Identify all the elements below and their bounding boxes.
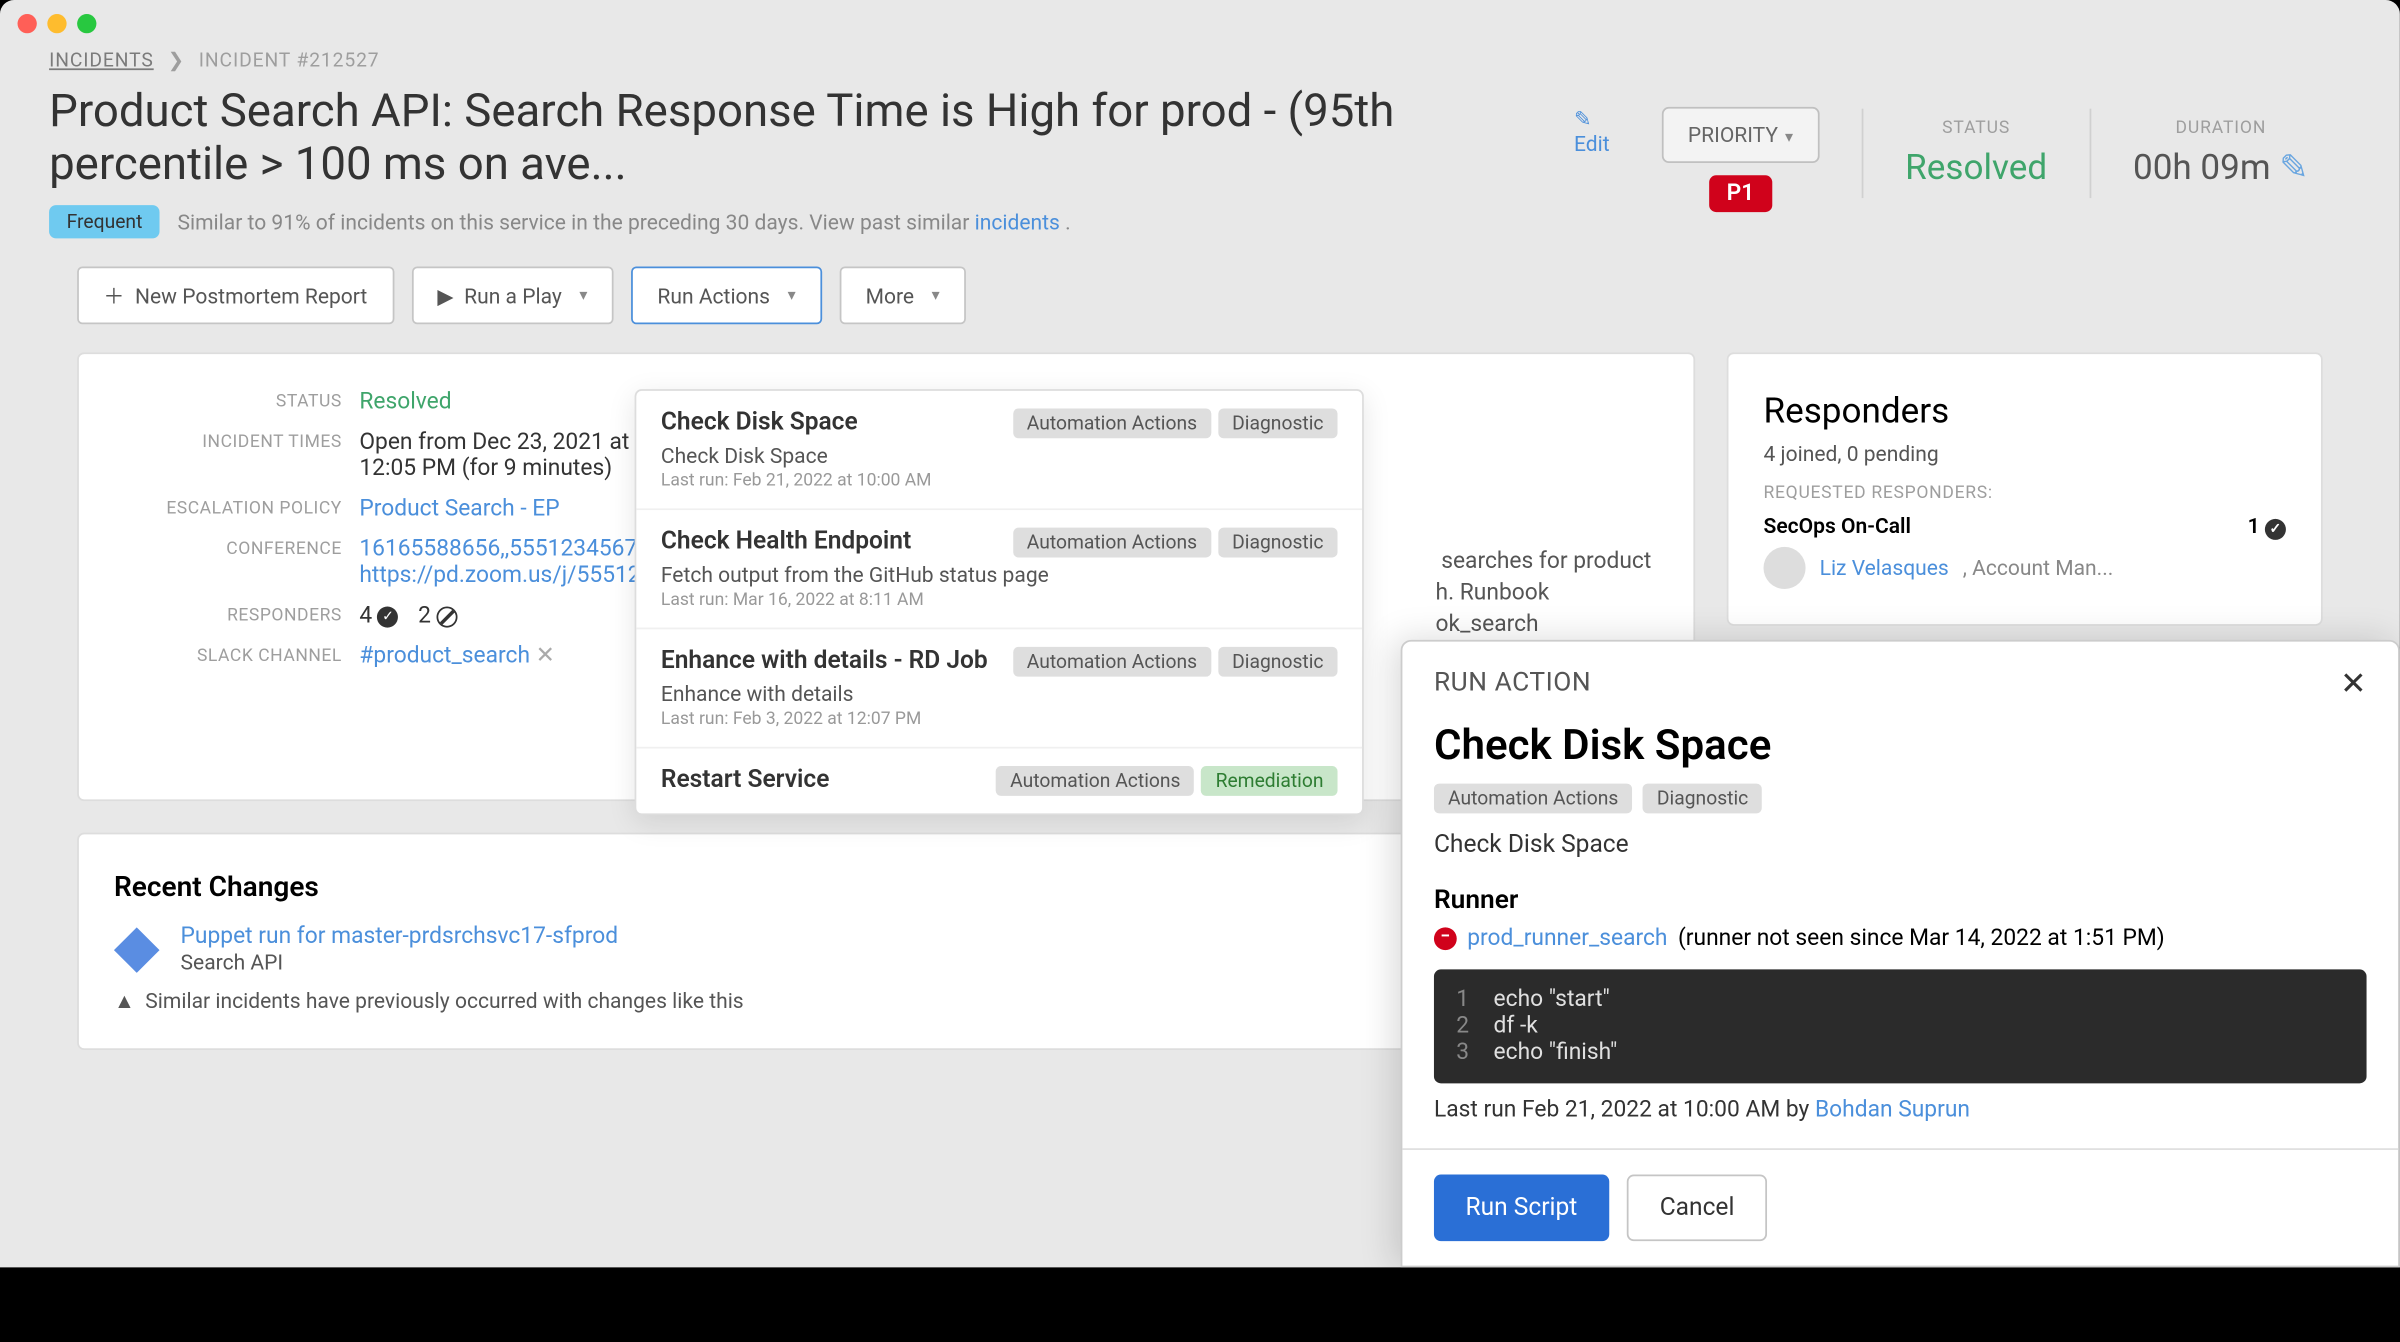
runner-line: − prod_runner_search (runner not seen si… <box>1434 926 2367 952</box>
close-window-icon[interactable] <box>18 14 37 33</box>
runner-link[interactable]: prod_runner_search <box>1467 926 1667 952</box>
priority-dropdown[interactable]: PRIORITY <box>1662 107 1820 163</box>
duration-value: 00h 09m ✎ <box>2133 145 2309 187</box>
run-action-title: Check Disk Space <box>1434 720 2367 769</box>
menu-item-enhance-details[interactable]: Enhance with details - RD JobAutomation … <box>636 629 1362 748</box>
play-icon: ▶ <box>437 283 453 308</box>
run-play-dropdown[interactable]: ▶Run a Play <box>411 266 613 324</box>
page-title: Product Search API: Search Response Time… <box>49 86 1553 191</box>
similar-incidents-link[interactable]: incidents <box>975 209 1060 234</box>
runner-heading: Runner <box>1434 884 2367 916</box>
warning-icon: ▲ <box>114 989 135 1014</box>
check-icon: ✓ <box>2265 519 2286 540</box>
chevron-right-icon: ❯ <box>168 49 185 72</box>
requested-responders-label: REQUESTED RESPONDERS: <box>1764 484 2286 503</box>
oncall-row: SecOps On-Call 1 ✓ <box>1764 514 2286 540</box>
remove-icon[interactable]: ✕ <box>536 643 555 669</box>
recent-changes-title: Recent Changes <box>114 869 319 902</box>
frequent-badge: Frequent <box>49 205 160 238</box>
run-actions-dropdown[interactable]: Run Actions <box>631 266 822 324</box>
close-icon[interactable]: ✕ <box>2340 666 2366 703</box>
menu-item-check-health[interactable]: Check Health EndpointAutomation ActionsD… <box>636 510 1362 629</box>
change-service: Search API <box>181 950 1459 975</box>
minimize-window-icon[interactable] <box>47 14 66 33</box>
responder-person[interactable]: Liz Velasques, Account Man... <box>1764 547 2286 589</box>
responders-card: Responders 4 joined, 0 pending REQUESTED… <box>1727 352 2323 625</box>
minus-icon: − <box>1434 927 1457 950</box>
breadcrumb-current: INCIDENT #212527 <box>199 49 380 72</box>
edit-duration-icon[interactable]: ✎ <box>2279 145 2308 187</box>
last-run-text: Last run Feb 21, 2022 at 10:00 AM by Boh… <box>1434 1097 2367 1123</box>
action-bar: ＋New Postmortem Report ▶Run a Play Run A… <box>0 238 2400 352</box>
run-action-desc: Check Disk Space <box>1434 831 2367 859</box>
run-action-tags: Automation ActionsDiagnostic <box>1434 784 2367 814</box>
priority-badge: P1 <box>1709 175 1772 212</box>
run-action-panel: RUN ACTION ✕ Check Disk Space Automation… <box>1401 640 2400 1268</box>
check-icon: ✓ <box>377 606 398 627</box>
responders-title: Responders <box>1764 389 2286 431</box>
duration-label: DURATION <box>2133 118 2309 137</box>
breadcrumb: INCIDENTS ❯ INCIDENT #212527 <box>0 49 2400 72</box>
plus-icon: ＋ <box>103 280 124 310</box>
new-postmortem-button[interactable]: ＋New Postmortem Report <box>77 266 393 324</box>
breadcrumb-root[interactable]: INCIDENTS <box>49 49 154 72</box>
run-action-header: RUN ACTION <box>1434 666 1591 703</box>
titlebar <box>0 0 2400 25</box>
app-window: INCIDENTS ❯ INCIDENT #212527 Product Sea… <box>0 0 2400 1267</box>
cancel-button[interactable]: Cancel <box>1626 1175 1767 1242</box>
responders-subcount: 4 joined, 0 pending <box>1764 442 2286 467</box>
change-title-link[interactable]: Puppet run for master-prdsrchsvc17-sfpro… <box>181 924 1459 950</box>
similar-text: Similar to 91% of incidents on this serv… <box>177 209 1070 234</box>
menu-item-check-disk-space[interactable]: Check Disk SpaceAutomation ActionsDiagno… <box>636 391 1362 510</box>
run-script-button[interactable]: Run Script <box>1434 1175 1609 1242</box>
menu-item-restart-service[interactable]: Restart ServiceAutomation ActionsRemedia… <box>636 749 1362 814</box>
block-icon <box>436 606 457 627</box>
script-code: 1echo "start" 2df -k 3echo "finish" <box>1434 969 2367 1083</box>
maximize-window-icon[interactable] <box>77 14 96 33</box>
status-label: STATUS <box>1905 118 2047 137</box>
last-run-user-link[interactable]: Bohdan Suprun <box>1815 1097 1970 1123</box>
avatar <box>1764 547 1806 589</box>
edit-button[interactable]: ✎ Edit <box>1574 107 1619 156</box>
change-icon <box>114 927 160 973</box>
run-actions-menu: Check Disk SpaceAutomation ActionsDiagno… <box>635 389 1364 815</box>
more-dropdown[interactable]: More <box>839 266 966 324</box>
status-value: Resolved <box>1905 145 2047 187</box>
